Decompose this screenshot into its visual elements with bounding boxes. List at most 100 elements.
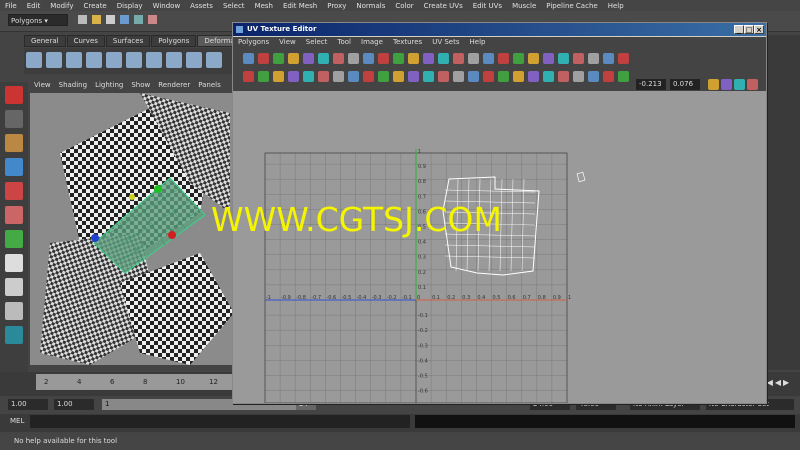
manipulator-icon[interactable] xyxy=(5,230,23,248)
poly-torus-icon[interactable] xyxy=(126,52,142,68)
menu-pipeline-cache[interactable]: Pipeline Cache xyxy=(541,2,602,10)
layout-persp-outliner-icon[interactable] xyxy=(5,302,23,320)
menu-muscle[interactable]: Muscle xyxy=(507,2,541,10)
viewport-menu-renderer[interactable]: Renderer xyxy=(154,80,194,92)
uv-menu-view[interactable]: View xyxy=(274,37,301,49)
shelf-tab-surfaces[interactable]: Surfaces xyxy=(105,35,151,47)
uv-menu-uv-sets[interactable]: UV Sets xyxy=(427,37,464,49)
menu-help[interactable]: Help xyxy=(603,2,629,10)
open-scene-icon[interactable] xyxy=(92,15,101,24)
uv-tool-icon[interactable] xyxy=(348,71,359,82)
menu-edit-mesh[interactable]: Edit Mesh xyxy=(278,2,322,10)
uv-menu-polygons[interactable]: Polygons xyxy=(233,37,274,49)
v-coordinate-field[interactable]: 0.076 xyxy=(670,79,700,90)
save-scene-icon[interactable] xyxy=(106,15,115,24)
uv-tool-icon[interactable] xyxy=(438,53,449,64)
paint-select-icon[interactable] xyxy=(5,134,23,152)
poly-sphere-icon[interactable] xyxy=(46,52,62,68)
uv-tool-icon[interactable] xyxy=(513,53,524,64)
uv-tool-icon[interactable] xyxy=(243,53,254,64)
poly-plane-icon[interactable] xyxy=(106,52,122,68)
uv-tool-icon[interactable] xyxy=(498,53,509,64)
uv-tool-icon[interactable] xyxy=(438,71,449,82)
menu-display[interactable]: Display xyxy=(112,2,148,10)
command-language-label[interactable]: MEL xyxy=(10,417,24,425)
uv-tool-icon[interactable] xyxy=(573,71,584,82)
select-component-icon[interactable] xyxy=(148,15,157,24)
uv-tool-icon[interactable] xyxy=(588,53,599,64)
select-hierarchy-icon[interactable] xyxy=(120,15,129,24)
uv-tool-icon[interactable] xyxy=(273,53,284,64)
uv-tool-icon[interactable] xyxy=(303,71,314,82)
menu-normals[interactable]: Normals xyxy=(351,2,390,10)
uv-tool-icon[interactable] xyxy=(734,79,745,90)
layout-single-icon[interactable] xyxy=(5,254,23,272)
command-input[interactable] xyxy=(30,415,410,428)
maximize-button[interactable]: □ xyxy=(744,25,754,34)
uv-tool-icon[interactable] xyxy=(708,79,719,90)
uv-window-titlebar[interactable]: UV Texture Editor _ □ × xyxy=(233,23,766,36)
uv-tool-icon[interactable] xyxy=(378,53,389,64)
uv-tool-icon[interactable] xyxy=(721,79,732,90)
uv-tool-icon[interactable] xyxy=(468,71,479,82)
uv-tool-icon[interactable] xyxy=(288,71,299,82)
menu-assets[interactable]: Assets xyxy=(185,2,218,10)
start-time-field[interactable]: 1.00 xyxy=(8,399,48,410)
uv-tool-icon[interactable] xyxy=(348,53,359,64)
viewport-menu-lighting[interactable]: Lighting xyxy=(91,80,127,92)
uv-tool-icon[interactable] xyxy=(408,71,419,82)
uv-tool-icon[interactable] xyxy=(378,71,389,82)
menu-edit-uvs[interactable]: Edit UVs xyxy=(468,2,507,10)
uv-tool-icon[interactable] xyxy=(468,53,479,64)
menu-proxy[interactable]: Proxy xyxy=(322,2,351,10)
perspective-viewport[interactable] xyxy=(30,93,234,365)
play-forward-icon[interactable]: ▶ xyxy=(783,378,789,387)
menu-edit[interactable]: Edit xyxy=(22,2,46,10)
uv-tool-icon[interactable] xyxy=(558,53,569,64)
minimize-button[interactable]: _ xyxy=(734,25,744,34)
play-back-icon[interactable]: ◀ xyxy=(775,378,781,387)
uv-tool-icon[interactable] xyxy=(528,53,539,64)
lasso-tool-icon[interactable] xyxy=(5,110,23,128)
poly-pyramid-icon[interactable] xyxy=(166,52,182,68)
viewport-menu-panels[interactable]: Panels xyxy=(194,80,225,92)
viewport-menu-show[interactable]: Show xyxy=(127,80,154,92)
uv-tool-icon[interactable] xyxy=(513,71,524,82)
uv-tool-icon[interactable] xyxy=(423,53,434,64)
uv-tool-icon[interactable] xyxy=(288,53,299,64)
uv-tool-icon[interactable] xyxy=(363,53,374,64)
u-coordinate-field[interactable]: -0.213 xyxy=(636,79,666,90)
poly-cube-icon[interactable] xyxy=(26,52,42,68)
new-scene-icon[interactable] xyxy=(78,15,87,24)
layout-four-icon[interactable] xyxy=(5,278,23,296)
uv-tool-icon[interactable] xyxy=(543,71,554,82)
uv-menu-select[interactable]: Select xyxy=(301,37,333,49)
uv-tool-icon[interactable] xyxy=(747,79,758,90)
menu-color[interactable]: Color xyxy=(390,2,418,10)
select-tool-icon[interactable] xyxy=(5,86,23,104)
uv-editor-canvas[interactable]: -1 -0.9 -0.8 -0.7 -0.6 -0.5 -0.4 -0.3 -0.2 -0.1 0 0… xyxy=(233,91,766,403)
uv-tool-icon[interactable] xyxy=(408,53,419,64)
rotate-tool-icon[interactable] xyxy=(5,182,23,200)
uv-tool-icon[interactable] xyxy=(273,71,284,82)
uv-tool-icon[interactable] xyxy=(453,53,464,64)
uv-tool-icon[interactable] xyxy=(333,53,344,64)
uv-tool-icon[interactable] xyxy=(498,71,509,82)
uv-tool-icon[interactable] xyxy=(558,71,569,82)
uv-tool-icon[interactable] xyxy=(243,71,254,82)
uv-tool-icon[interactable] xyxy=(333,71,344,82)
menu-create-uvs[interactable]: Create UVs xyxy=(419,2,468,10)
shelf-tab-curves[interactable]: Curves xyxy=(66,35,105,47)
uv-tool-icon[interactable] xyxy=(318,53,329,64)
uv-tool-icon[interactable] xyxy=(258,53,269,64)
uv-tool-icon[interactable] xyxy=(618,71,629,82)
menu-window[interactable]: Window xyxy=(148,2,186,10)
uv-tool-icon[interactable] xyxy=(588,71,599,82)
menu-modify[interactable]: Modify xyxy=(45,2,78,10)
move-tool-icon[interactable] xyxy=(5,158,23,176)
poly-prism-icon[interactable] xyxy=(146,52,162,68)
uv-tool-icon[interactable] xyxy=(603,71,614,82)
uv-tool-icon[interactable] xyxy=(453,71,464,82)
poly-pipe-icon[interactable] xyxy=(186,52,202,68)
uv-tool-icon[interactable] xyxy=(363,71,374,82)
